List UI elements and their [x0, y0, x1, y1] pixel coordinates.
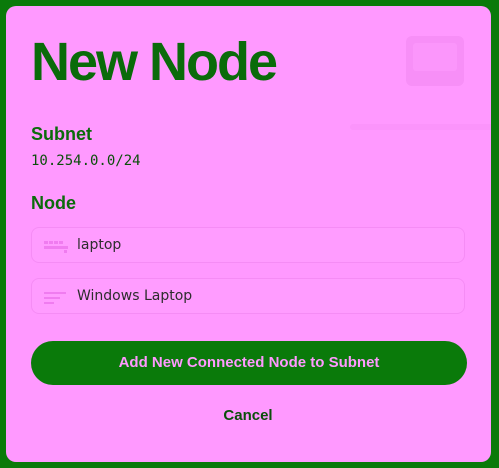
subnet-value: 10.254.0.0/24 — [31, 153, 141, 169]
add-node-button[interactable]: Add New Connected Node to Subnet — [31, 341, 467, 385]
cancel-button[interactable]: Cancel — [198, 404, 298, 428]
hostname-input[interactable] — [77, 228, 447, 262]
divider — [350, 124, 491, 130]
description-field[interactable] — [31, 278, 465, 314]
lines-icon — [44, 292, 66, 304]
hostname-field[interactable] — [31, 227, 465, 263]
new-node-dialog: New Node Subnet 10.254.0.0/24 Node Add N… — [6, 6, 491, 462]
dialog-title: New Node — [31, 32, 278, 92]
server-icon — [44, 241, 68, 253]
description-input[interactable] — [77, 279, 447, 313]
node-label: Node — [31, 193, 76, 213]
monitor-icon — [406, 36, 464, 86]
subnet-label: Subnet — [31, 124, 92, 144]
